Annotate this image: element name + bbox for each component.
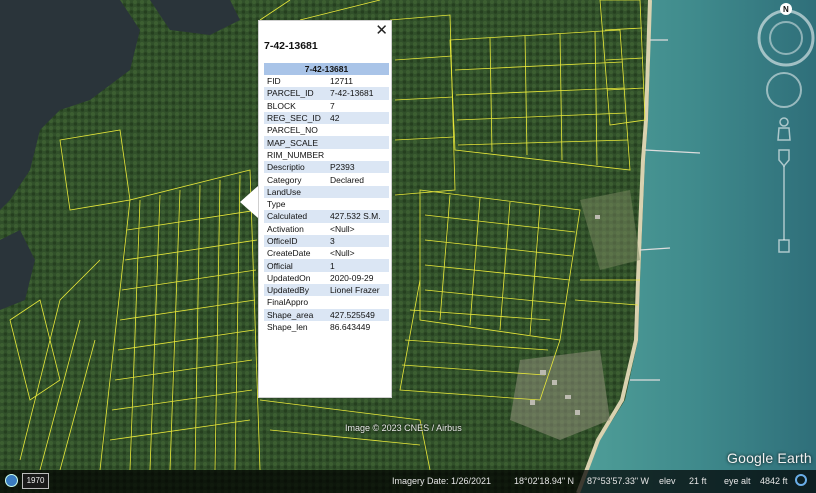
attribute-value: 42 [327, 111, 389, 125]
elevation-value: 21 ft [689, 476, 707, 486]
attribute-row: OfficeID 3 [264, 234, 389, 248]
attribute-value: <Null> [330, 248, 355, 259]
attribute-row: BLOCK 7 [264, 100, 389, 112]
attribute-value: 2020-09-29 [330, 272, 374, 283]
attribute-row: RIM_NUMBER [264, 149, 389, 161]
attribute-row: Descriptio P2393 [264, 161, 389, 174]
imagery-copyright: Image © 2023 CNES / Airbus [345, 423, 462, 433]
attribute-key: PARCEL_ID [264, 87, 327, 100]
parcel-info-popup: ✕ 7-42-13681 7-42-13681 FID 12711 PARCEL_I… [258, 20, 392, 398]
attribute-row: FinalAppro [264, 296, 389, 308]
attribute-value [327, 124, 389, 136]
streaming-status-icon [795, 474, 807, 486]
attribute-row: LandUse [264, 185, 389, 198]
attribute-row: Activation <Null> [264, 223, 389, 235]
attribute-key: FID [267, 76, 281, 87]
attribute-table: 7-42-13681 FID 12711 PARCEL_ID 7-42-13681 BL… [264, 63, 389, 333]
attribute-value [327, 185, 389, 198]
latitude-readout: 18°02'18.94" N [514, 476, 575, 486]
status-bar: 1970 Imagery Date: 1/26/2021 18°02'18.94… [0, 470, 816, 493]
popup-title: 7-42-13681 [264, 40, 318, 52]
attribute-key: Type [267, 199, 286, 210]
attribute-row: MAP_SCALE [264, 136, 389, 149]
attribute-row: UpdatedBy Lionel Frazer [264, 284, 389, 297]
attribute-key: CreateDate [267, 248, 311, 259]
attribute-key: Category [267, 174, 302, 185]
attribute-key: Calculated [264, 210, 327, 223]
attribute-key: OfficeID [264, 234, 327, 248]
attribute-key: Shape_area [264, 308, 327, 321]
attribute-row: Shape_area 427.525549 [264, 308, 389, 321]
attribute-value [327, 149, 389, 161]
attribute-value: P2393 [327, 161, 389, 174]
attribute-row: PARCEL_NO [264, 124, 389, 136]
historical-year-label[interactable]: 1970 [22, 473, 49, 489]
attribute-key: Official [264, 259, 327, 272]
attribute-row: CreateDate <Null> [264, 247, 389, 259]
street-view-pegman[interactable] [777, 117, 791, 141]
elevation-label: elev [659, 476, 676, 486]
attribute-key: MAP_SCALE [264, 136, 327, 149]
table-header: 7-42-13681 [264, 63, 389, 75]
attribute-row: REG_SEC_ID 42 [264, 111, 389, 125]
zoom-slider[interactable] [778, 149, 790, 253]
attribute-row: Type [264, 198, 389, 210]
attribute-key: RIM_NUMBER [267, 149, 325, 160]
attribute-row: Official 1 [264, 259, 389, 272]
attribute-key: BLOCK [267, 100, 296, 111]
attribute-row: Shape_len 86.643449 [264, 321, 389, 333]
attribute-row: Category Declared [264, 173, 389, 185]
google-earth-logo: Google Earth [727, 450, 812, 466]
attribute-value [327, 198, 389, 210]
attribute-value: 1 [327, 259, 389, 272]
attribute-row: FID 12711 [264, 75, 389, 87]
attribute-value: 86.643449 [330, 322, 371, 333]
imagery-date: Imagery Date: 1/26/2021 [392, 476, 492, 486]
satellite-map[interactable] [0, 0, 816, 493]
longitude-readout: 87°53'57.33" W [587, 476, 650, 486]
attribute-value: Declared [330, 174, 365, 185]
historical-imagery-icon[interactable] [5, 474, 18, 487]
attribute-value: <Null> [330, 223, 355, 234]
attribute-key: Descriptio [264, 161, 327, 174]
attribute-value [327, 296, 389, 308]
attribute-row: UpdatedOn 2020-09-29 [264, 272, 389, 284]
look-joystick[interactable] [766, 72, 802, 108]
attribute-value: 3 [327, 234, 389, 248]
attribute-row: Calculated 427.532 S.M. [264, 210, 389, 223]
eye-altitude-label: eye alt [724, 476, 751, 486]
attribute-value: 427.525549 [327, 308, 389, 321]
attribute-value: 427.532 S.M. [327, 210, 389, 223]
north-indicator: N [783, 5, 789, 14]
attribute-key: UpdatedOn [267, 272, 311, 283]
close-icon[interactable]: ✕ [375, 22, 388, 38]
attribute-key: Shape_len [267, 322, 308, 333]
attribute-key: REG_SEC_ID [264, 111, 327, 125]
navigation-controls[interactable]: N [752, 0, 816, 270]
attribute-key: Activation [267, 223, 304, 234]
attribute-value [327, 136, 389, 149]
attribute-value: 7 [330, 100, 335, 111]
attribute-key: FinalAppro [267, 297, 309, 308]
attribute-value: 7-42-13681 [327, 87, 389, 100]
attribute-value: Lionel Frazer [327, 284, 389, 297]
attribute-row: PARCEL_ID 7-42-13681 [264, 87, 389, 100]
attribute-key: UpdatedBy [264, 284, 327, 297]
attribute-key: LandUse [264, 185, 327, 198]
attribute-key: PARCEL_NO [267, 125, 318, 136]
popup-pointer [240, 186, 258, 218]
eye-altitude-value: 4842 ft [760, 476, 788, 486]
attribute-value: 12711 [330, 76, 354, 87]
